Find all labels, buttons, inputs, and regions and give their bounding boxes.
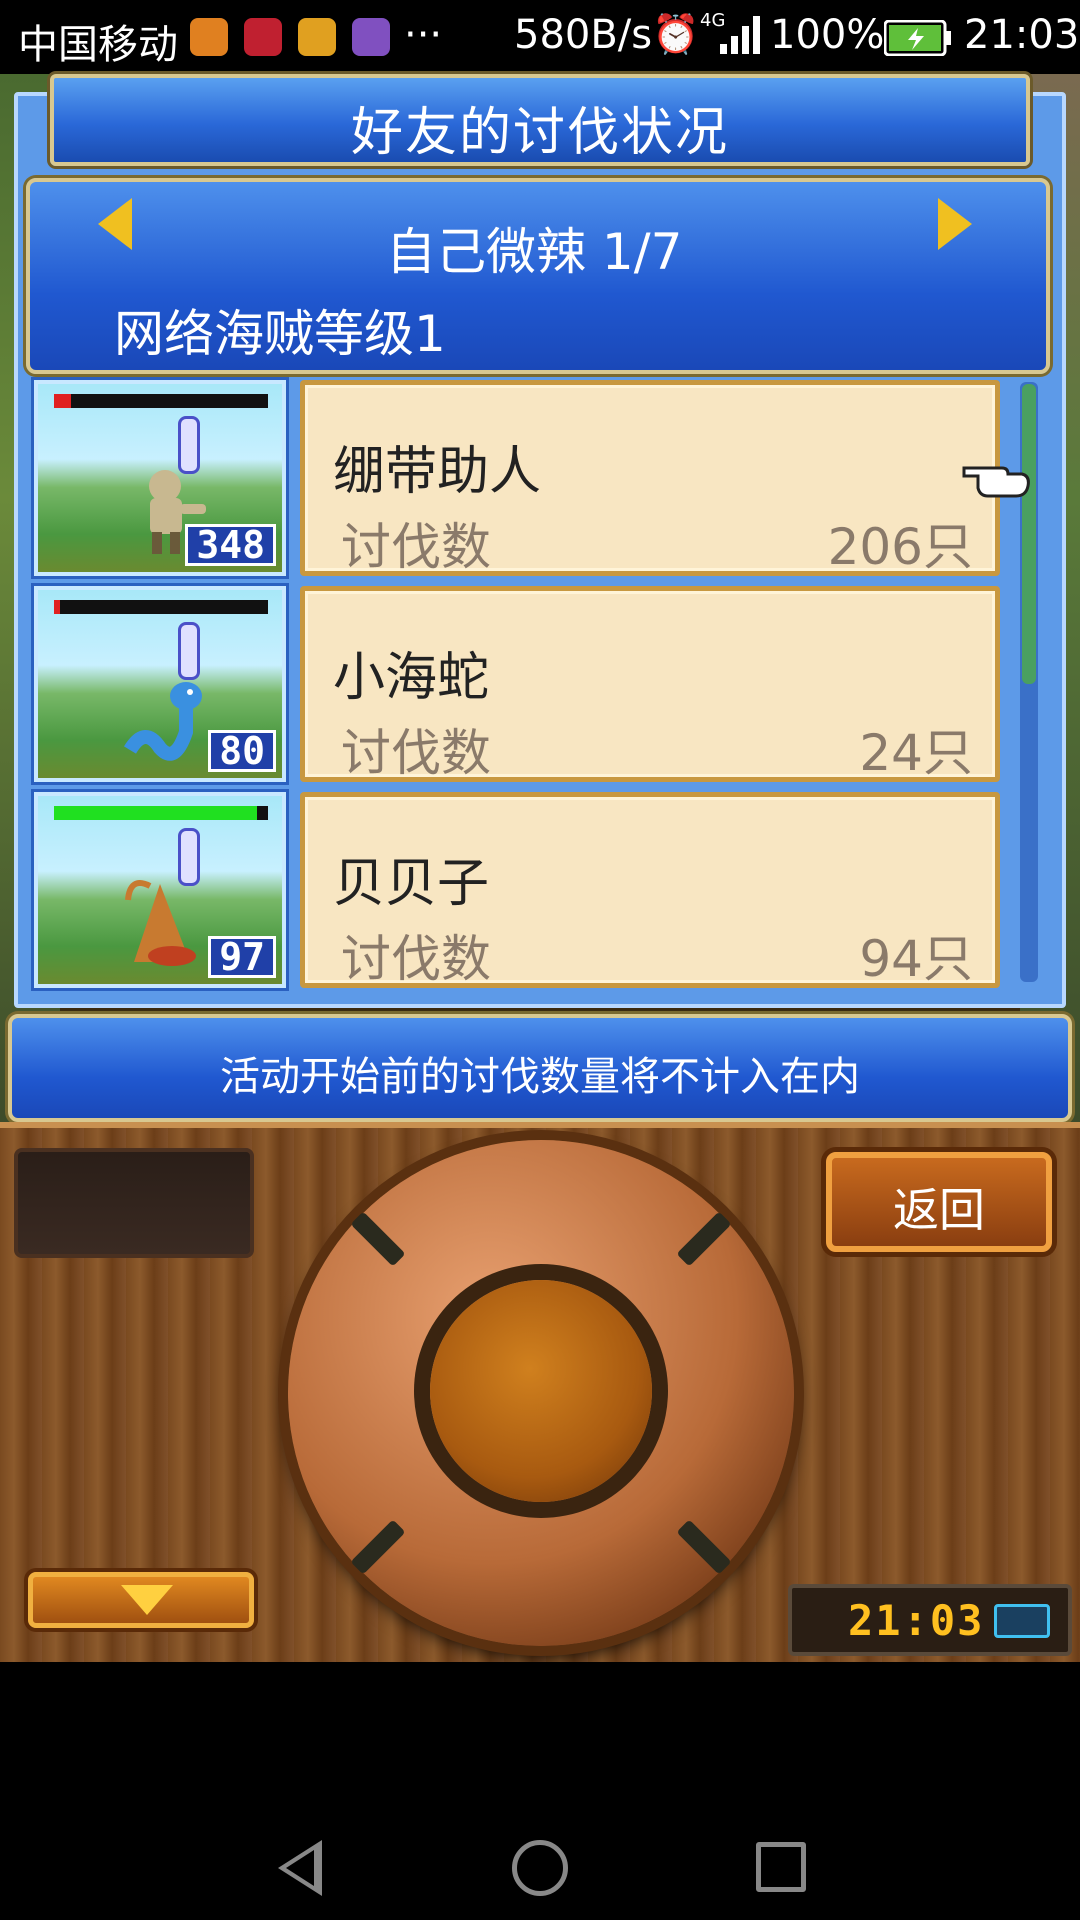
next-friend-arrow-icon[interactable] (938, 198, 972, 250)
app-hand-icon (298, 18, 336, 56)
monster-info-card: 绷带助人 讨伐数 206只 (300, 380, 1000, 576)
friend-page-indicator: 1/7 (601, 223, 683, 281)
app-huawei-icon (244, 18, 282, 56)
battery-icon (884, 20, 951, 56)
chevron-down-icon (121, 1585, 173, 1615)
list-scrollbar-thumb[interactable] (1022, 384, 1036, 684)
app-health-icon (190, 18, 228, 56)
monster-info-card: 贝贝子 讨伐数 94只 (300, 792, 1000, 988)
nav-home-icon[interactable] (512, 1840, 568, 1896)
friend-name: 自己微辣 1/7 (386, 212, 682, 284)
sea-snake-monster-icon (123, 682, 202, 761)
friend-name-text: 自己微辣 (386, 223, 586, 281)
back-button-label: 返回 (893, 1183, 985, 1237)
dpad-center-button[interactable] (430, 1280, 652, 1502)
friend-level: 网络海贼等级1 (114, 305, 446, 363)
title-banner: 好友的讨伐状况 (50, 74, 1030, 166)
notice-text: 活动开始前的讨伐数量将不计入在内 (220, 1054, 860, 1100)
monster-info-card: 小海蛇 讨伐数 24只 (300, 586, 1000, 782)
dpad-divider (350, 1211, 406, 1267)
battery-percent: 100% (770, 12, 885, 58)
monster-row[interactable]: 80 小海蛇 讨伐数 24只 (30, 586, 1006, 786)
pointing-hand-cursor-icon (962, 466, 1030, 498)
monster-level-badge: 80 (208, 730, 276, 772)
signal-icon (720, 16, 760, 54)
carrier-label: 中国移动 (18, 22, 178, 68)
kill-count-label: 讨伐数 (341, 518, 491, 576)
hermit-crab-monster-icon (125, 880, 196, 966)
screen: 中国移动 ··· 580B/s ⏰ 4G 100% 21:03 好友的讨伐状况 … (0, 0, 1080, 1920)
monster-level-badge: 348 (185, 524, 276, 566)
hp-bar (54, 600, 268, 614)
monster-row[interactable]: 97 贝贝子 讨伐数 94只 (30, 792, 1006, 992)
game-clock: 21:03 (788, 1584, 1072, 1656)
monster-thumbnail: 348 (34, 380, 286, 576)
dpad-divider (676, 1211, 732, 1267)
prev-friend-arrow-icon[interactable] (98, 198, 132, 250)
dpad-divider (350, 1519, 406, 1575)
back-button[interactable]: 返回 (826, 1152, 1052, 1252)
mini-screen (14, 1148, 254, 1258)
monster-name: 绷带助人 (333, 442, 542, 502)
hp-bar-fill (54, 394, 72, 408)
kill-count-value: 94只 (859, 930, 973, 988)
monster-name: 贝贝子 (333, 854, 490, 914)
kill-count-label: 讨伐数 (341, 930, 491, 988)
monster-name: 小海蛇 (333, 648, 490, 708)
notice-banner: 活动开始前的讨伐数量将不计入在内 (8, 1014, 1072, 1122)
kill-count-value: 24只 (859, 724, 973, 782)
hp-bar-fill (54, 806, 258, 820)
network-speed: 580B/s (514, 12, 653, 58)
hp-bar-fill (54, 600, 61, 614)
app-gallery-icon (352, 18, 390, 56)
game-clock-time: 21:03 (848, 1596, 985, 1645)
kill-count-label: 讨伐数 (341, 724, 491, 782)
monster-thumbnail: 97 (34, 792, 286, 988)
monster-level-badge: 97 (208, 936, 276, 978)
kill-count-value: 206只 (827, 518, 973, 576)
status-bar: 中国移动 ··· 580B/s ⏰ 4G 100% 21:03 (0, 0, 1080, 74)
game-battery-icon (994, 1604, 1050, 1638)
more-notifications-icon: ··· (404, 12, 443, 58)
nav-recents-icon[interactable] (756, 1842, 806, 1892)
page-title: 好友的讨伐状况 (350, 103, 729, 163)
dpad-divider (676, 1519, 732, 1575)
nav-back-icon-inner (286, 1850, 314, 1886)
alarm-icon: ⏰ (652, 12, 700, 56)
clock: 21:03 (964, 12, 1080, 58)
hp-bar (54, 806, 268, 820)
hp-bar (54, 394, 268, 408)
monster-row[interactable]: 348 绷带助人 讨伐数 206只 (30, 380, 1006, 580)
monster-thumbnail: 80 (34, 586, 286, 782)
menu-toggle-button[interactable] (28, 1572, 254, 1628)
